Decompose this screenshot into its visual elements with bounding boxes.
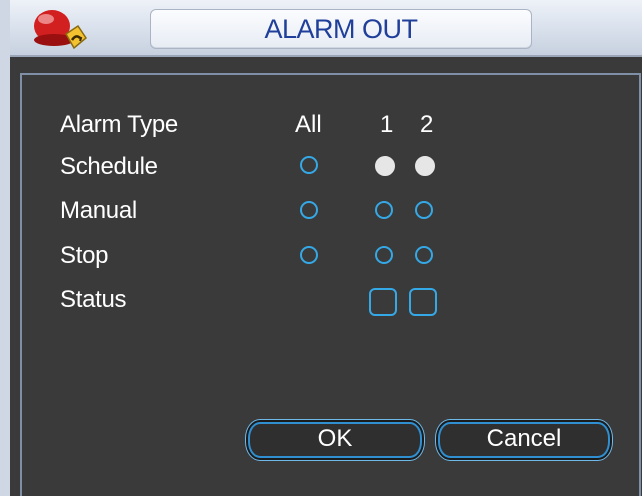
- row-label-schedule: Schedule: [60, 153, 158, 180]
- column-all-header: All: [295, 111, 322, 138]
- window-title: ALARM OUT: [150, 9, 532, 49]
- alarm-out-window: ALARM OUT Alarm Type All 1 2 Schedule Ma…: [0, 0, 642, 496]
- stop-channel-2-radio[interactable]: [415, 246, 433, 264]
- ok-button[interactable]: OK: [248, 422, 422, 458]
- column-2-header: 2: [420, 111, 434, 138]
- status-indicator-1: [369, 288, 397, 316]
- schedule-all-radio[interactable]: [300, 156, 318, 174]
- manual-channel-2-radio[interactable]: [415, 201, 433, 219]
- status-label: Status: [60, 286, 127, 313]
- manual-channel-1-radio[interactable]: [375, 201, 393, 219]
- alarm-siren-icon: [34, 10, 87, 50]
- schedule-channel-2-radio[interactable]: [415, 156, 435, 176]
- manual-all-radio[interactable]: [300, 201, 318, 219]
- row-label-stop: Stop: [60, 242, 109, 269]
- schedule-channel-1-radio[interactable]: [375, 156, 395, 176]
- stop-channel-1-radio[interactable]: [375, 246, 393, 264]
- column-1-header: 1: [380, 111, 394, 138]
- alarm-type-label: Alarm Type: [60, 111, 178, 138]
- cancel-button[interactable]: Cancel: [438, 422, 610, 458]
- title-bar: ALARM OUT: [10, 0, 642, 57]
- row-label-manual: Manual: [60, 197, 137, 224]
- stop-all-radio[interactable]: [300, 246, 318, 264]
- status-indicator-2: [409, 288, 437, 316]
